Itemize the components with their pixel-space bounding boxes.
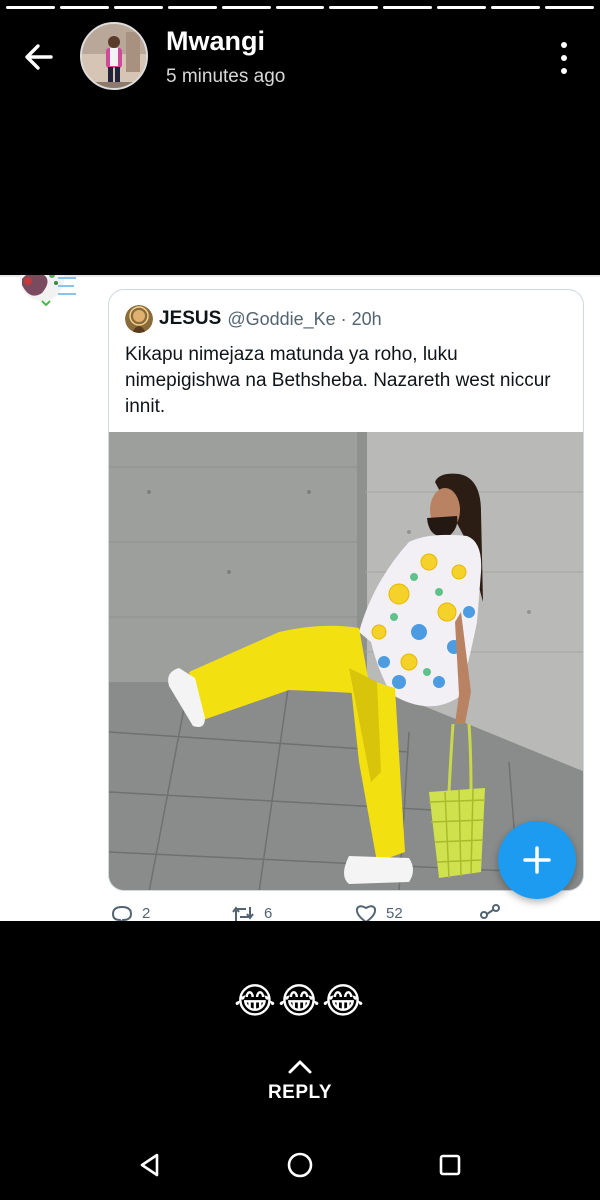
quoted-author-avatar [125, 305, 153, 333]
poster-avatar [20, 275, 76, 307]
like-count: 52 [386, 904, 403, 922]
status-header: Mwangi 5 minutes ago [0, 16, 600, 96]
quoted-tweet-header: JESUS @Goddie_Ke · 20h [125, 304, 382, 334]
arrow-left-icon [25, 44, 53, 70]
reply-emojis: 😂😂😂 [233, 980, 367, 1021]
progress-segment [6, 6, 55, 9]
system-nav-bar [0, 1130, 600, 1200]
avatar[interactable] [80, 22, 148, 90]
avatar-photo [82, 24, 146, 88]
share-action[interactable] [478, 903, 502, 921]
quoted-author-name: JESUS [159, 308, 222, 329]
progress-segment [383, 6, 433, 9]
more-options-button[interactable] [550, 38, 578, 78]
progress-segment [59, 6, 109, 9]
comment-icon [111, 905, 133, 921]
chevron-up-icon [288, 1060, 312, 1074]
more-vertical-icon [561, 55, 567, 61]
like-action[interactable]: 52 [354, 903, 403, 921]
retweet-icon [232, 906, 254, 921]
progress-segment [167, 6, 217, 9]
reply-label: REPLY [267, 1082, 333, 1103]
retweet-action[interactable]: 6 [230, 903, 272, 921]
circle-home-icon [287, 1152, 313, 1178]
contact-name: Mwangi [166, 26, 265, 56]
progress-segment [221, 6, 271, 9]
nav-back-button[interactable] [130, 1145, 170, 1185]
progress-segment [545, 6, 594, 9]
story-progress-bar [6, 6, 594, 10]
quoted-tweet-text: Kikapu nimejaza matunda ya roho, luku ni… [125, 344, 551, 417]
heart-icon [355, 905, 377, 921]
triangle-back-icon [140, 1153, 159, 1177]
compose-button[interactable] [498, 821, 576, 899]
reply-button[interactable]: REPLY [250, 1058, 350, 1118]
tweet-actions: 2 6 52 [0, 903, 600, 921]
quoted-author-handle: @Goddie_Ke · 20h [227, 308, 382, 329]
more-vertical-icon [561, 68, 567, 74]
progress-segment [491, 6, 541, 9]
tweet-screenshot: JESUS @Goddie_Ke · 20h Kikapu nimejaza m… [0, 275, 600, 921]
progress-segment [113, 6, 163, 9]
plus-icon [523, 846, 551, 874]
square-recents-icon [439, 1154, 461, 1176]
divider [0, 275, 600, 277]
progress-segment [437, 6, 487, 9]
timestamp: 5 minutes ago [166, 66, 286, 87]
nav-home-button[interactable] [280, 1145, 320, 1185]
back-button[interactable] [18, 36, 60, 78]
nav-recents-button[interactable] [430, 1145, 470, 1185]
retweet-count: 6 [264, 904, 273, 922]
more-vertical-icon [561, 42, 567, 48]
progress-segment [329, 6, 379, 9]
tweet-photo [109, 432, 583, 890]
progress-segment [275, 6, 325, 9]
reply-action[interactable]: 2 [110, 903, 150, 921]
reply-count: 2 [142, 904, 151, 922]
share-icon [480, 904, 500, 919]
quoted-tweet[interactable]: JESUS @Goddie_Ke · 20h Kikapu nimejaza m… [108, 289, 584, 891]
